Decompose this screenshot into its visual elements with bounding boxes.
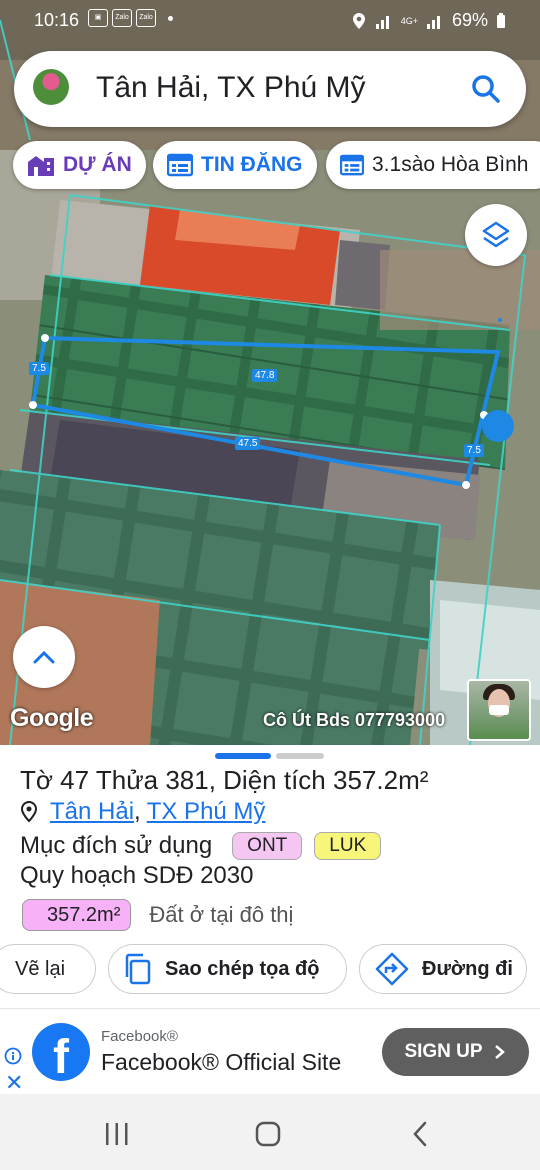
parcel-info-sheet: Tờ 47 Thửa 381, Diện tích 357.2m² Tân Hả…: [0, 745, 540, 1007]
back-button[interactable]: [400, 1114, 440, 1154]
location-pin-icon: [20, 801, 38, 823]
chip-projects[interactable]: DỰ ÁN: [13, 141, 146, 189]
ad-advertiser: Facebook®: [101, 1028, 178, 1045]
parcel-location: Tân Hải, TX Phú Mỹ: [20, 798, 265, 826]
chevron-up-icon: [33, 650, 55, 664]
chevron-right-icon: [494, 1045, 505, 1059]
copy-coordinates-button[interactable]: Sao chép tọa độ: [108, 944, 347, 994]
copy-coordinates-label: Sao chép tọa độ: [165, 957, 320, 980]
facebook-logo-icon: f: [32, 1023, 90, 1081]
planning-row: 357.2m² Đất ở tại đô thị: [22, 899, 293, 931]
planning-description: Đất ở tại đô thị: [149, 902, 294, 927]
user-thumbnail[interactable]: [467, 679, 531, 741]
plot-label: Thửa: [95, 765, 159, 795]
directions-button[interactable]: Đường đi: [359, 944, 527, 994]
area-label: Diện tích: [223, 765, 326, 795]
search-bar[interactable]: Tân Hải, TX Phú Mỹ: [14, 51, 526, 127]
profile-avatar[interactable]: [33, 69, 69, 105]
status-time: 10:16: [34, 10, 80, 30]
sheet-number: 47: [60, 765, 90, 795]
info-icon[interactable]: [4, 1047, 22, 1065]
area-value: 357.2m²: [333, 765, 429, 795]
calendar-list-icon: [167, 153, 193, 177]
layers-icon: [482, 221, 510, 248]
usage-label: Mục đích sử dụng: [20, 832, 213, 859]
recent-apps-button[interactable]: [97, 1114, 137, 1154]
plot-number: 381: [165, 765, 209, 795]
battery-percent: 69%: [451, 10, 488, 30]
signal-icon-2: [426, 15, 440, 29]
ad-banner[interactable]: ✕ f Facebook® Facebook® Official Site SI…: [0, 1008, 540, 1095]
measure-label: 7.5: [464, 444, 484, 457]
search-query[interactable]: Tân Hải, TX Phú Mỹ: [96, 71, 366, 105]
sheet-handle-active[interactable]: [215, 753, 271, 759]
status-bar: 10:16 ▣ Zalo Zalo 4G+ 69%: [0, 0, 540, 40]
usage-badge-luk: LUK: [314, 832, 382, 860]
notification-icons: ▣ Zalo Zalo: [88, 9, 173, 27]
back-icon: [413, 1121, 427, 1147]
ad-cta-label: SIGN UP: [404, 1041, 483, 1062]
drag-handle[interactable]: [482, 410, 514, 442]
action-row: Vẽ lại Sao chép tọa độ Đường đi: [0, 944, 540, 998]
measure-label: 47.8: [252, 369, 278, 382]
sheet-handle[interactable]: [276, 753, 324, 759]
copy-icon: [125, 953, 151, 985]
system-nav-bar: [0, 1094, 540, 1170]
zalo-icon: Zalo: [136, 9, 156, 27]
recents-icon: [106, 1123, 128, 1145]
location-town-link[interactable]: TX Phú Mỹ: [147, 798, 266, 826]
calendar-list-icon: [340, 154, 364, 176]
directions-icon: [375, 952, 409, 986]
expand-up-button[interactable]: [13, 626, 75, 688]
redraw-button[interactable]: Vẽ lại: [0, 944, 96, 994]
chip-saved-place[interactable]: 3.1sào Hòa Bình: [326, 141, 540, 189]
layers-button[interactable]: [465, 204, 527, 266]
chip-saved-place-label: 3.1sào Hòa Bình: [372, 153, 529, 176]
sheet-label: Tờ: [20, 765, 53, 795]
home-icon: [255, 1121, 281, 1147]
gallery-icon: ▣: [88, 9, 108, 27]
location-ward-link[interactable]: Tân Hải: [50, 798, 134, 826]
location-icon: [352, 12, 365, 29]
close-ad-icon[interactable]: ✕: [5, 1070, 23, 1096]
measure-label: 7.5: [29, 362, 49, 375]
planning-label: Quy hoạch SDĐ 2030: [20, 862, 254, 889]
more-dot-icon: [168, 15, 173, 21]
network-type: 4G+: [400, 15, 418, 26]
zalo-icon: Zalo: [112, 9, 132, 27]
battery-icon: [497, 12, 505, 28]
map-attribution: Cô Út Bds 077793000: [263, 710, 446, 730]
chip-listings[interactable]: TIN ĐĂNG: [153, 141, 317, 189]
chip-projects-label: DỰ ÁN: [63, 153, 132, 176]
search-icon[interactable]: [470, 73, 502, 105]
location-separator: ,: [134, 798, 141, 825]
usage-badge-ont: ONT: [232, 832, 303, 860]
usage-row: Mục đích sử dụng ONT LUK: [20, 832, 382, 860]
directions-label: Đường đi: [422, 957, 513, 980]
home-button[interactable]: [248, 1114, 288, 1154]
ad-signup-button[interactable]: SIGN UP: [382, 1028, 529, 1076]
chip-listings-label: TIN ĐĂNG: [201, 153, 303, 176]
parcel-title: Tờ 47 Thửa 381, Diện tích 357.2m²: [20, 765, 429, 795]
google-logo: Google: [10, 704, 94, 732]
ad-headline: Facebook® Official Site: [101, 1049, 342, 1075]
signal-icon: [375, 15, 389, 29]
building-icon: [28, 156, 54, 176]
measure-label: 47.5: [235, 437, 261, 450]
redraw-label: Vẽ lại: [15, 957, 66, 980]
planning-area-badge: 357.2m²: [22, 899, 132, 931]
